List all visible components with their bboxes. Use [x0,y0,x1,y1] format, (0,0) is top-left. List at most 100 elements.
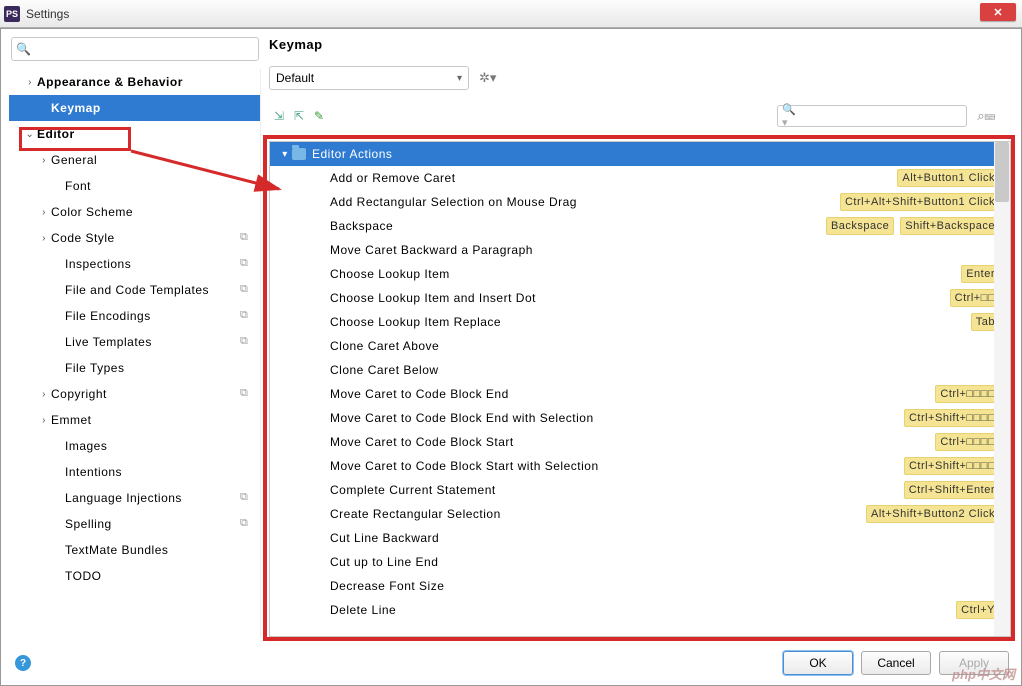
keymap-scheme-select[interactable]: Default ▾ [269,66,469,90]
action-row[interactable]: Cut up to Line End [270,550,1010,574]
action-name: Add Rectangular Selection on Mouse Drag [330,195,840,209]
shortcut-badge: Ctrl+Shift+Enter [904,481,1000,499]
help-button[interactable]: ? [15,655,31,671]
settings-tree[interactable]: ›Appearance & BehaviorKeymap⌄Editor›Gene… [9,69,261,637]
scope-icon: ⧉ [240,309,254,323]
sidebar-item-language-injections[interactable]: Language Injections⧉ [9,485,260,511]
sidebar-item-font[interactable]: Font [9,173,260,199]
action-row[interactable]: Move Caret to Code Block End with Select… [270,406,1010,430]
sidebar-item-live-templates[interactable]: Live Templates⧉ [9,329,260,355]
sidebar-item-appearance-behavior[interactable]: ›Appearance & Behavior [9,69,260,95]
action-row[interactable]: Choose Lookup ItemEnter [270,262,1010,286]
action-row[interactable]: BackspaceBackspaceShift+Backspace [270,214,1010,238]
shortcut-badge: Alt+Button1 Click [897,169,1000,187]
sidebar-item-label: Inspections [65,257,240,271]
sidebar-item-code-style[interactable]: ›Code Style⧉ [9,225,260,251]
sidebar-item-textmate-bundles[interactable]: TextMate Bundles [9,537,260,563]
sidebar-item-todo[interactable]: TODO [9,563,260,589]
window-title: Settings [26,7,69,21]
action-row[interactable]: Move Caret to Code Block StartCtrl+□□□□ [270,430,1010,454]
sidebar-item-file-types[interactable]: File Types [9,355,260,381]
sidebar-item-keymap[interactable]: Keymap [9,95,260,121]
sidebar-item-inspections[interactable]: Inspections⧉ [9,251,260,277]
sidebar-item-label: File Encodings [65,309,240,323]
sidebar-item-label: General [51,153,254,167]
sidebar-item-general[interactable]: ›General [9,147,260,173]
sidebar-item-label: Color Scheme [51,205,254,219]
chevron-icon: › [37,207,51,218]
action-row[interactable]: Clone Caret Above [270,334,1010,358]
action-row[interactable]: Create Rectangular SelectionAlt+Shift+Bu… [270,502,1010,526]
action-row[interactable]: Move Caret to Code Block Start with Sele… [270,454,1010,478]
sidebar-item-editor[interactable]: ⌄Editor [9,121,260,147]
chevron-icon: › [23,77,37,88]
sidebar-item-label: Copyright [51,387,240,401]
group-editor-actions[interactable]: ▾ Editor Actions [270,142,1010,166]
search-icon: 🔍▾ [782,103,799,129]
sidebar-item-emmet[interactable]: ›Emmet [9,407,260,433]
search-input[interactable] [34,42,254,56]
action-row[interactable]: Decrease Font Size [270,574,1010,598]
action-name: Move Caret to Code Block Start [330,435,935,449]
scrollbar[interactable] [994,142,1010,636]
action-row[interactable]: Add Rectangular Selection on Mouse DragC… [270,190,1010,214]
scrollbar-thumb[interactable] [995,142,1009,202]
sidebar-item-label: Language Injections [65,491,240,505]
action-name: Choose Lookup Item [330,267,961,281]
collapse-all-icon[interactable]: ⇱ [289,109,309,123]
sidebar-item-label: File Types [65,361,254,375]
sidebar-item-copyright[interactable]: ›Copyright⧉ [9,381,260,407]
scope-icon: ⧉ [240,335,254,349]
sidebar-item-color-scheme[interactable]: ›Color Scheme [9,199,260,225]
action-tree[interactable]: ▾ Editor Actions Add or Remove CaretAlt+… [269,141,1011,637]
app-icon: PS [4,6,20,22]
chevron-icon: › [37,233,51,244]
sidebar-item-file-encodings[interactable]: File Encodings⧉ [9,303,260,329]
action-row[interactable]: Choose Lookup Item and Insert DotCtrl+□□ [270,286,1010,310]
action-row[interactable]: Delete LineCtrl+Y [270,598,1010,622]
ok-button[interactable]: OK [783,651,853,675]
action-name: Move Caret to Code Block End with Select… [330,411,904,425]
sidebar-item-label: Font [65,179,254,193]
action-row[interactable]: Choose Lookup Item ReplaceTab [270,310,1010,334]
close-button[interactable]: ✕ [980,3,1016,21]
sidebar-item-images[interactable]: Images [9,433,260,459]
content-panel: Keymap Default ▾ ✲▾ ⇲ ⇱ ✎ 🔍▾ ⌕⌨ ▾ Editor… [269,37,1011,637]
chevron-icon: › [37,155,51,166]
action-row[interactable]: Move Caret Backward a Paragraph [270,238,1010,262]
sidebar-item-spelling[interactable]: Spelling⧉ [9,511,260,537]
cancel-button[interactable]: Cancel [861,651,931,675]
action-row[interactable]: Add or Remove CaretAlt+Button1 Click [270,166,1010,190]
find-by-shortcut-icon[interactable]: ⌕⌨ [977,108,995,124]
sidebar-item-label: File and Code Templates [65,283,240,297]
action-name: Create Rectangular Selection [330,507,866,521]
sidebar-search[interactable]: 🔍 [11,37,259,61]
edit-icon[interactable]: ✎ [309,109,329,123]
scope-icon: ⧉ [240,387,254,401]
action-name: Complete Current Statement [330,483,904,497]
folder-icon [292,148,306,160]
shortcut-badge: Backspace [826,217,894,235]
chevron-down-icon: ▾ [457,73,462,84]
action-row[interactable]: Complete Current StatementCtrl+Shift+Ent… [270,478,1010,502]
action-row[interactable]: Move Caret to Code Block EndCtrl+□□□□ [270,382,1010,406]
sidebar-item-file-and-code-templates[interactable]: File and Code Templates⧉ [9,277,260,303]
action-row[interactable]: Cut Line Backward [270,526,1010,550]
gear-icon[interactable]: ✲▾ [479,70,496,86]
action-name: Cut up to Line End [330,555,1000,569]
shortcut-badge: Ctrl+Shift+□□□□ [904,457,1000,475]
action-search-input[interactable] [802,109,962,123]
sidebar-item-intentions[interactable]: Intentions [9,459,260,485]
scope-icon: ⧉ [240,231,254,245]
search-icon: 🔍 [16,42,31,56]
sidebar-item-label: Keymap [51,101,254,115]
action-search[interactable]: 🔍▾ [777,105,967,127]
shortcut-badge: Ctrl+□□ [950,289,1000,307]
action-name: Delete Line [330,603,956,617]
expand-all-icon[interactable]: ⇲ [269,109,289,123]
action-row[interactable]: Clone Caret Below [270,358,1010,382]
action-name: Choose Lookup Item and Insert Dot [330,291,950,305]
sidebar-item-label: Intentions [65,465,254,479]
chevron-down-icon: ▾ [278,149,292,160]
titlebar: PS Settings ✕ [0,0,1022,28]
